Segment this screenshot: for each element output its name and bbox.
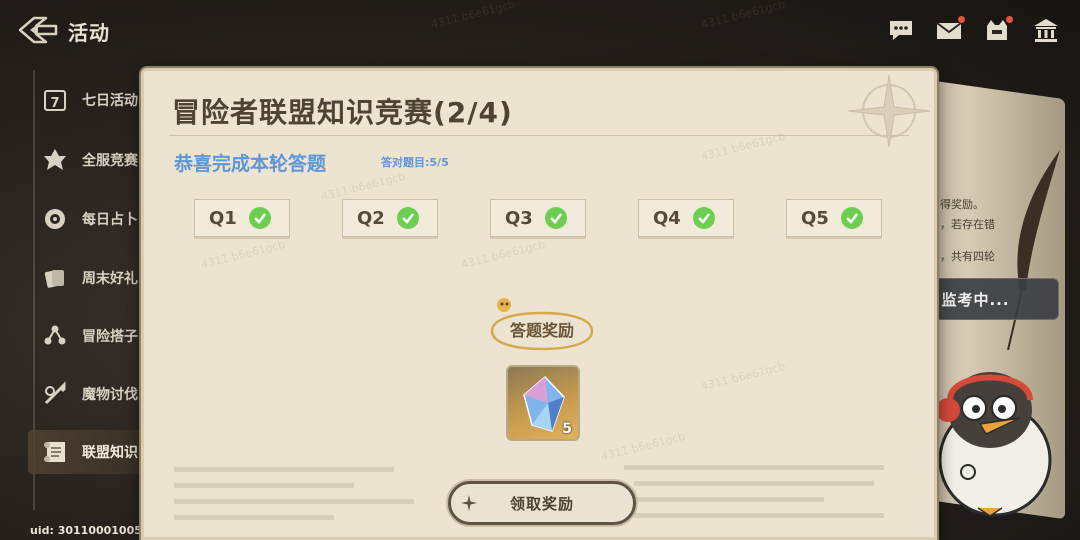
back-icon[interactable] [16, 14, 60, 46]
claim-reward-label: 领取奖励 [509, 494, 574, 513]
completion-message: 恭喜完成本轮答题 [174, 153, 327, 175]
book-text-line: 得奖励。 [940, 198, 984, 211]
question-label: Q5 [801, 207, 829, 229]
check-icon [249, 207, 271, 229]
archive-icon[interactable] [1032, 16, 1060, 44]
reward-label: 答题奖励 [509, 321, 574, 340]
sidebar-item-label: 魔物讨伐 [82, 387, 138, 403]
question-label: Q1 [209, 207, 237, 229]
question-label: Q4 [653, 207, 681, 229]
quiz-panel: 冒险者联盟知识竞赛(2/4) 恭喜完成本轮答题 答对题目:5/5 Q1 Q2 Q… [141, 68, 937, 540]
book-text-line: ，共有四轮 [940, 250, 995, 263]
check-icon [545, 207, 567, 229]
friends-notification-dot [1006, 16, 1013, 23]
sidebar-item-label: 联盟知识 [82, 445, 138, 461]
sidebar: 7 七日活动 全服竞赛 每日占卜 周末好礼 冒险搭子 魔物讨伐 联盟知识 [0, 60, 168, 530]
gift-cards-icon [40, 263, 70, 293]
panel-title: 冒险者联盟知识竞赛(2/4) [172, 96, 513, 129]
question-status-q2: Q2 [342, 199, 438, 237]
svg-text:7: 7 [50, 96, 59, 111]
divination-icon [40, 204, 70, 234]
quill-icon [1007, 150, 1060, 350]
question-status-q3: Q3 [490, 199, 586, 237]
claim-reward-button[interactable]: 领取奖励 [448, 481, 636, 525]
mail-notification-dot [958, 16, 965, 23]
title-divider [169, 135, 909, 136]
question-status-q4: Q4 [638, 199, 734, 237]
question-status-row: Q1 Q2 Q3 Q4 Q5 [144, 199, 940, 239]
competition-icon [40, 145, 70, 175]
question-label: Q2 [357, 207, 385, 229]
sparkle-icon [461, 495, 477, 511]
penguin-mascot-icon [936, 372, 1052, 517]
compass-icon [847, 74, 931, 148]
top-bar: 活动 [0, 0, 1080, 60]
check-icon [693, 207, 715, 229]
question-status-q5: Q5 [786, 199, 882, 237]
sidebar-item-label: 冒险搭子 [82, 329, 138, 345]
page-title: 活动 [68, 21, 110, 45]
question-status-q1: Q1 [194, 199, 290, 237]
partner-icon [40, 321, 70, 351]
check-icon [841, 207, 863, 229]
book-text-line: ，若存在错 [940, 218, 995, 231]
question-label: Q3 [505, 207, 533, 229]
sidebar-item-label: 周末好礼 [82, 271, 138, 287]
sidebar-item-label: 每日占卜 [82, 212, 138, 228]
scroll-icon [40, 437, 70, 467]
calendar-7-icon: 7 [40, 85, 70, 115]
item-count: 5 [562, 421, 572, 437]
check-icon [397, 207, 419, 229]
monster-hunt-icon [40, 379, 70, 409]
chat-icon[interactable] [887, 16, 915, 44]
sidebar-item-label: 七日活动 [82, 93, 138, 109]
reward-item[interactable]: 5 [506, 365, 580, 441]
sidebar-item-label: 全服竞赛 [82, 153, 138, 169]
score-label: 答对题目:5/5 [381, 156, 449, 169]
